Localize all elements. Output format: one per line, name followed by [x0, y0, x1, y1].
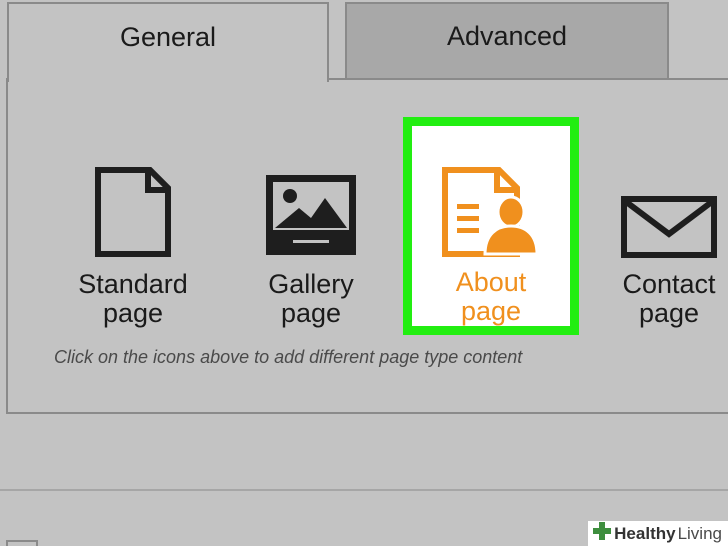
tab-advanced[interactable]: Advanced — [345, 2, 669, 78]
tab-general[interactable]: General — [7, 2, 329, 82]
gallery-icon — [263, 148, 359, 258]
document-icon — [94, 148, 172, 258]
watermark-brand: Healthy — [614, 523, 676, 543]
page-type-label: Contact page — [622, 269, 716, 328]
page-type-label: About page — [455, 267, 527, 326]
hint-text: Click on the icons above to add differen… — [54, 347, 523, 367]
watermark-suffix: Living — [677, 523, 722, 543]
envelope-icon — [621, 148, 717, 258]
page-type-label: Standard page — [78, 269, 188, 328]
divider — [0, 489, 728, 491]
corner-element — [6, 540, 38, 546]
plus-logo-icon — [592, 521, 612, 546]
tab-bar: General Advanced — [0, 0, 728, 82]
page-type-contact[interactable]: Contact page — [594, 120, 728, 332]
page-type-standard[interactable]: Standard page — [58, 120, 208, 332]
page-type-about[interactable]: About page — [403, 117, 579, 335]
page-type-label: Gallery page — [268, 269, 354, 328]
watermark: Healthy Living — [588, 521, 728, 546]
page-type-gallery[interactable]: Gallery page — [236, 120, 386, 332]
about-person-icon — [441, 148, 541, 258]
